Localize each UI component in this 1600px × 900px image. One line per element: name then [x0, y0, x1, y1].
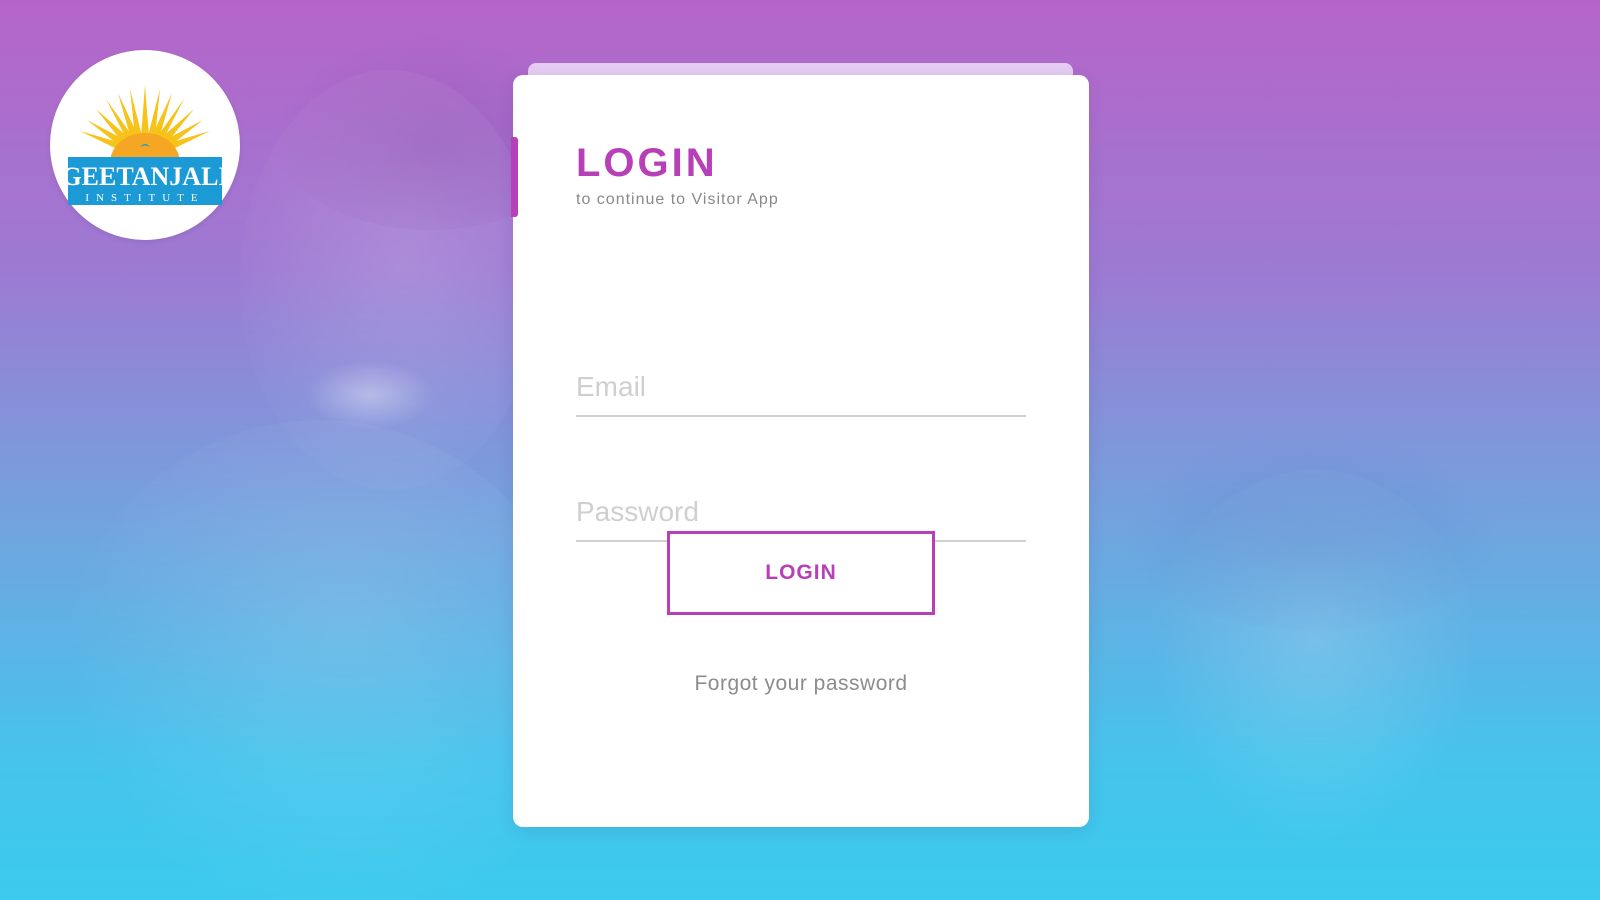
background-adult-body	[60, 420, 580, 900]
background-child-face	[1150, 470, 1480, 850]
login-card: LOGIN to continue to Visitor App LOGIN F…	[511, 75, 1089, 827]
geetanjali-logo-graphic: GEETANJALI INSTITUTE	[61, 85, 229, 205]
logo-tagline: INSTITUTE	[85, 192, 204, 204]
institute-logo: GEETANJALI INSTITUTE	[50, 50, 240, 240]
email-input[interactable]	[576, 371, 1026, 403]
login-subtitle: to continue to Visitor App	[576, 191, 779, 208]
password-input[interactable]	[576, 496, 1026, 528]
email-field	[576, 337, 1026, 417]
forgot-password-link[interactable]: Forgot your password	[513, 672, 1089, 696]
password-field	[576, 462, 1026, 542]
logo-name: GEETANJALI	[61, 162, 228, 191]
card-accent-bar	[511, 137, 518, 217]
login-title: LOGIN	[576, 141, 718, 185]
login-button[interactable]: LOGIN	[667, 531, 935, 615]
